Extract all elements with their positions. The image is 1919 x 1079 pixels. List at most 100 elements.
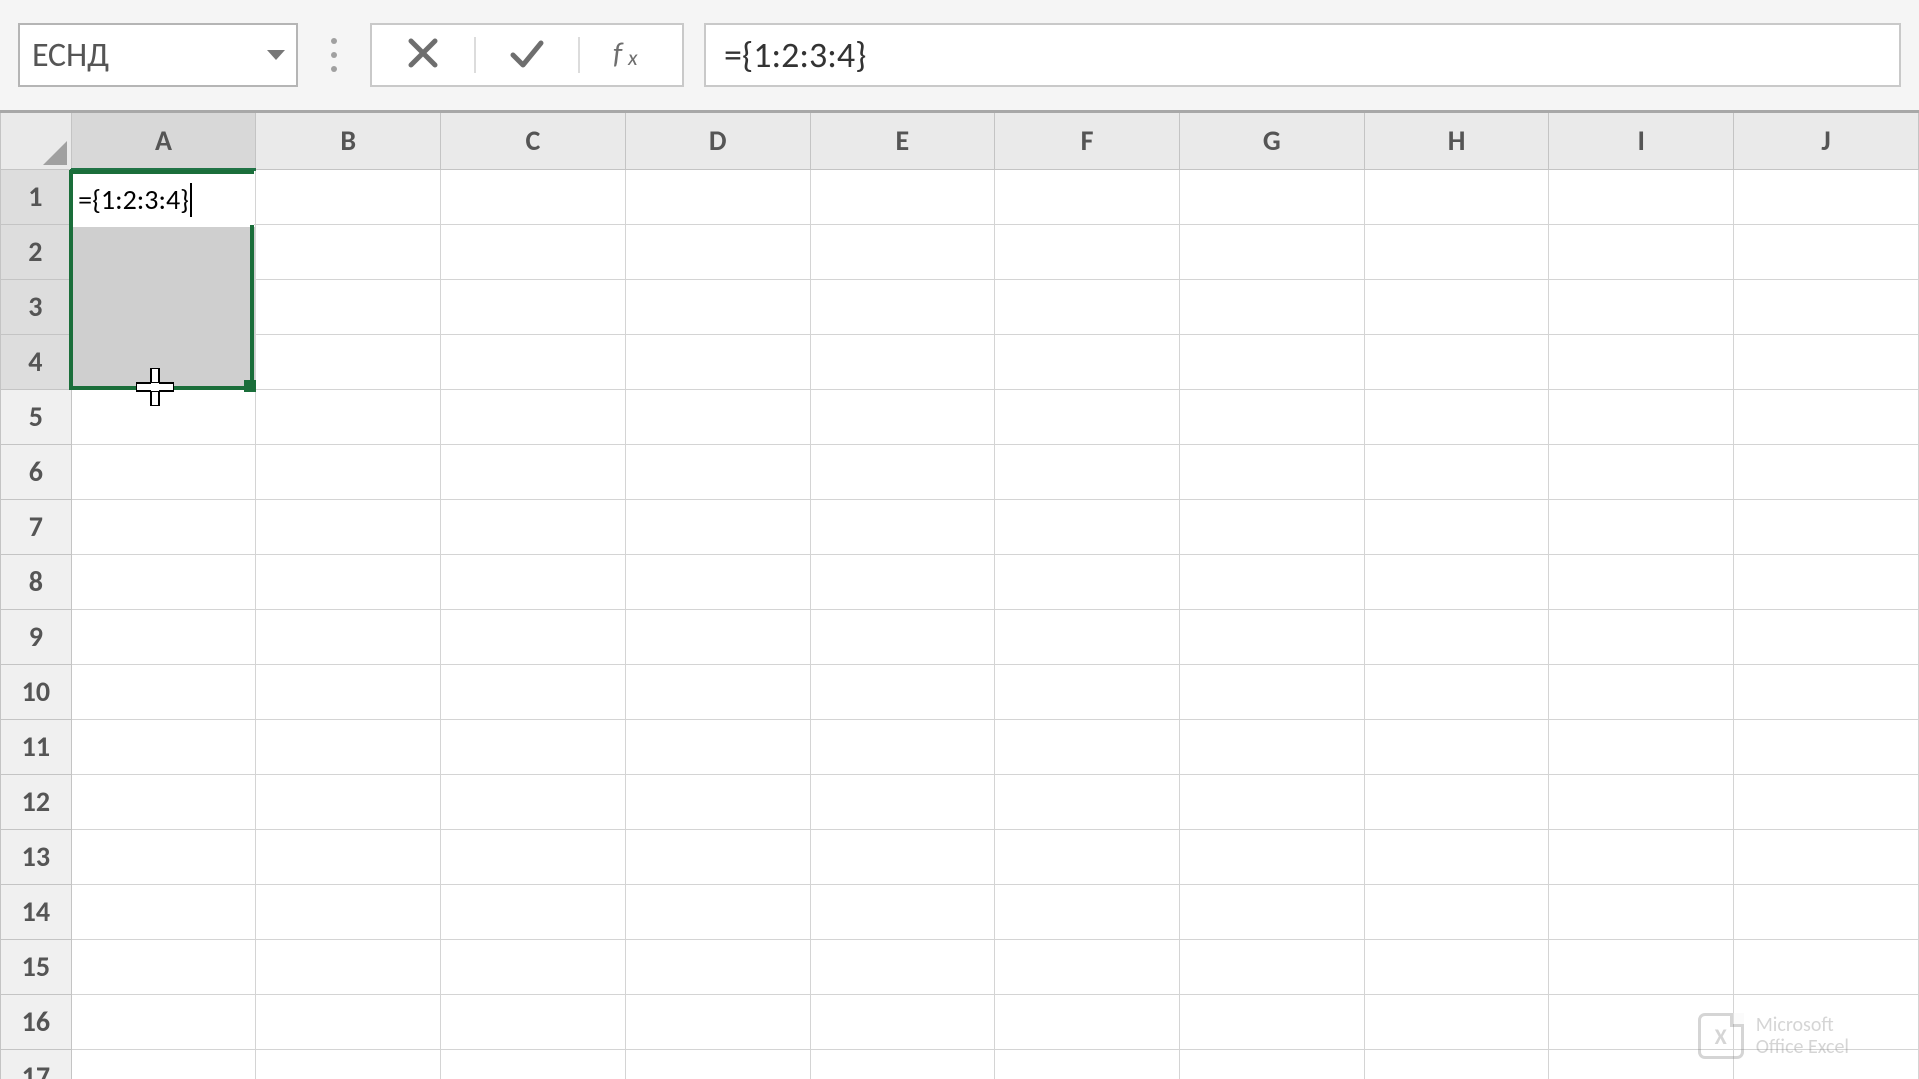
- cell[interactable]: [441, 829, 626, 884]
- cell[interactable]: [71, 279, 256, 334]
- cell[interactable]: [1179, 279, 1364, 334]
- cell[interactable]: [441, 609, 626, 664]
- cell[interactable]: [1734, 169, 1919, 224]
- cell[interactable]: [625, 939, 810, 994]
- column-header[interactable]: A: [71, 113, 256, 169]
- cell[interactable]: [256, 279, 441, 334]
- formula-input[interactable]: [724, 33, 1881, 77]
- cell[interactable]: [995, 664, 1180, 719]
- cell[interactable]: [810, 444, 995, 499]
- cell[interactable]: [810, 389, 995, 444]
- cell[interactable]: [995, 829, 1180, 884]
- row-header[interactable]: 11: [1, 719, 72, 774]
- cell[interactable]: [1734, 279, 1919, 334]
- row-header[interactable]: 5: [1, 389, 72, 444]
- cell[interactable]: [625, 389, 810, 444]
- cell[interactable]: [1179, 499, 1364, 554]
- cell[interactable]: [625, 334, 810, 389]
- cell[interactable]: [441, 939, 626, 994]
- cell[interactable]: [810, 609, 995, 664]
- cell[interactable]: [1364, 719, 1549, 774]
- cell[interactable]: [1734, 609, 1919, 664]
- cell[interactable]: [810, 169, 995, 224]
- cell[interactable]: [1549, 774, 1734, 829]
- row-header[interactable]: 16: [1, 994, 72, 1049]
- cell[interactable]: [441, 444, 626, 499]
- cell[interactable]: [441, 884, 626, 939]
- select-all-corner[interactable]: [1, 113, 72, 169]
- cell[interactable]: [995, 389, 1180, 444]
- cell[interactable]: [71, 719, 256, 774]
- cell[interactable]: [810, 554, 995, 609]
- cell[interactable]: [256, 939, 441, 994]
- row-header[interactable]: 15: [1, 939, 72, 994]
- cell[interactable]: [1179, 1049, 1364, 1079]
- cell[interactable]: [995, 554, 1180, 609]
- cell[interactable]: [441, 774, 626, 829]
- cell[interactable]: [1179, 719, 1364, 774]
- cell[interactable]: [810, 279, 995, 334]
- cell[interactable]: [441, 554, 626, 609]
- cell[interactable]: [1179, 334, 1364, 389]
- cell[interactable]: [1364, 664, 1549, 719]
- cell[interactable]: [1734, 499, 1919, 554]
- cell[interactable]: [1179, 554, 1364, 609]
- column-header[interactable]: E: [810, 113, 995, 169]
- cell[interactable]: [441, 224, 626, 279]
- cell[interactable]: [995, 1049, 1180, 1079]
- cell[interactable]: [1179, 224, 1364, 279]
- cell[interactable]: [1734, 224, 1919, 279]
- cell[interactable]: [71, 939, 256, 994]
- cell[interactable]: [1364, 224, 1549, 279]
- cell[interactable]: [1549, 664, 1734, 719]
- cell[interactable]: [625, 719, 810, 774]
- cell[interactable]: [1549, 334, 1734, 389]
- cell[interactable]: [441, 994, 626, 1049]
- cell[interactable]: [1364, 169, 1549, 224]
- cell[interactable]: [441, 664, 626, 719]
- confirm-button[interactable]: [476, 25, 578, 85]
- row-header[interactable]: 8: [1, 554, 72, 609]
- cell[interactable]: [995, 994, 1180, 1049]
- cell[interactable]: [995, 444, 1180, 499]
- cell[interactable]: [625, 1049, 810, 1079]
- cell[interactable]: [71, 554, 256, 609]
- row-header[interactable]: 10: [1, 664, 72, 719]
- cell[interactable]: [256, 1049, 441, 1079]
- row-header[interactable]: 12: [1, 774, 72, 829]
- cell[interactable]: [625, 499, 810, 554]
- cell[interactable]: [995, 609, 1180, 664]
- cell[interactable]: [995, 774, 1180, 829]
- cell[interactable]: [810, 1049, 995, 1079]
- cell[interactable]: [1734, 939, 1919, 994]
- cell[interactable]: [1364, 389, 1549, 444]
- cell[interactable]: [995, 499, 1180, 554]
- cell[interactable]: [256, 774, 441, 829]
- cell[interactable]: [441, 279, 626, 334]
- column-header[interactable]: F: [995, 113, 1180, 169]
- row-header[interactable]: 17: [1, 1049, 72, 1079]
- cell[interactable]: [256, 389, 441, 444]
- cell[interactable]: [1734, 334, 1919, 389]
- cell[interactable]: [256, 224, 441, 279]
- cell[interactable]: [1734, 884, 1919, 939]
- cell[interactable]: [625, 554, 810, 609]
- column-header[interactable]: I: [1549, 113, 1734, 169]
- cell[interactable]: [810, 224, 995, 279]
- cell[interactable]: [256, 664, 441, 719]
- column-header[interactable]: J: [1734, 113, 1919, 169]
- cell[interactable]: [71, 774, 256, 829]
- column-header[interactable]: B: [256, 113, 441, 169]
- row-header[interactable]: 14: [1, 884, 72, 939]
- cell[interactable]: [71, 609, 256, 664]
- cancel-button[interactable]: [372, 25, 474, 85]
- cell[interactable]: [810, 884, 995, 939]
- cell[interactable]: [1364, 884, 1549, 939]
- cell[interactable]: [625, 829, 810, 884]
- cell[interactable]: [1179, 939, 1364, 994]
- cell[interactable]: [441, 389, 626, 444]
- cell[interactable]: [625, 774, 810, 829]
- cell[interactable]: [256, 554, 441, 609]
- cell[interactable]: [625, 884, 810, 939]
- cell[interactable]: [1549, 224, 1734, 279]
